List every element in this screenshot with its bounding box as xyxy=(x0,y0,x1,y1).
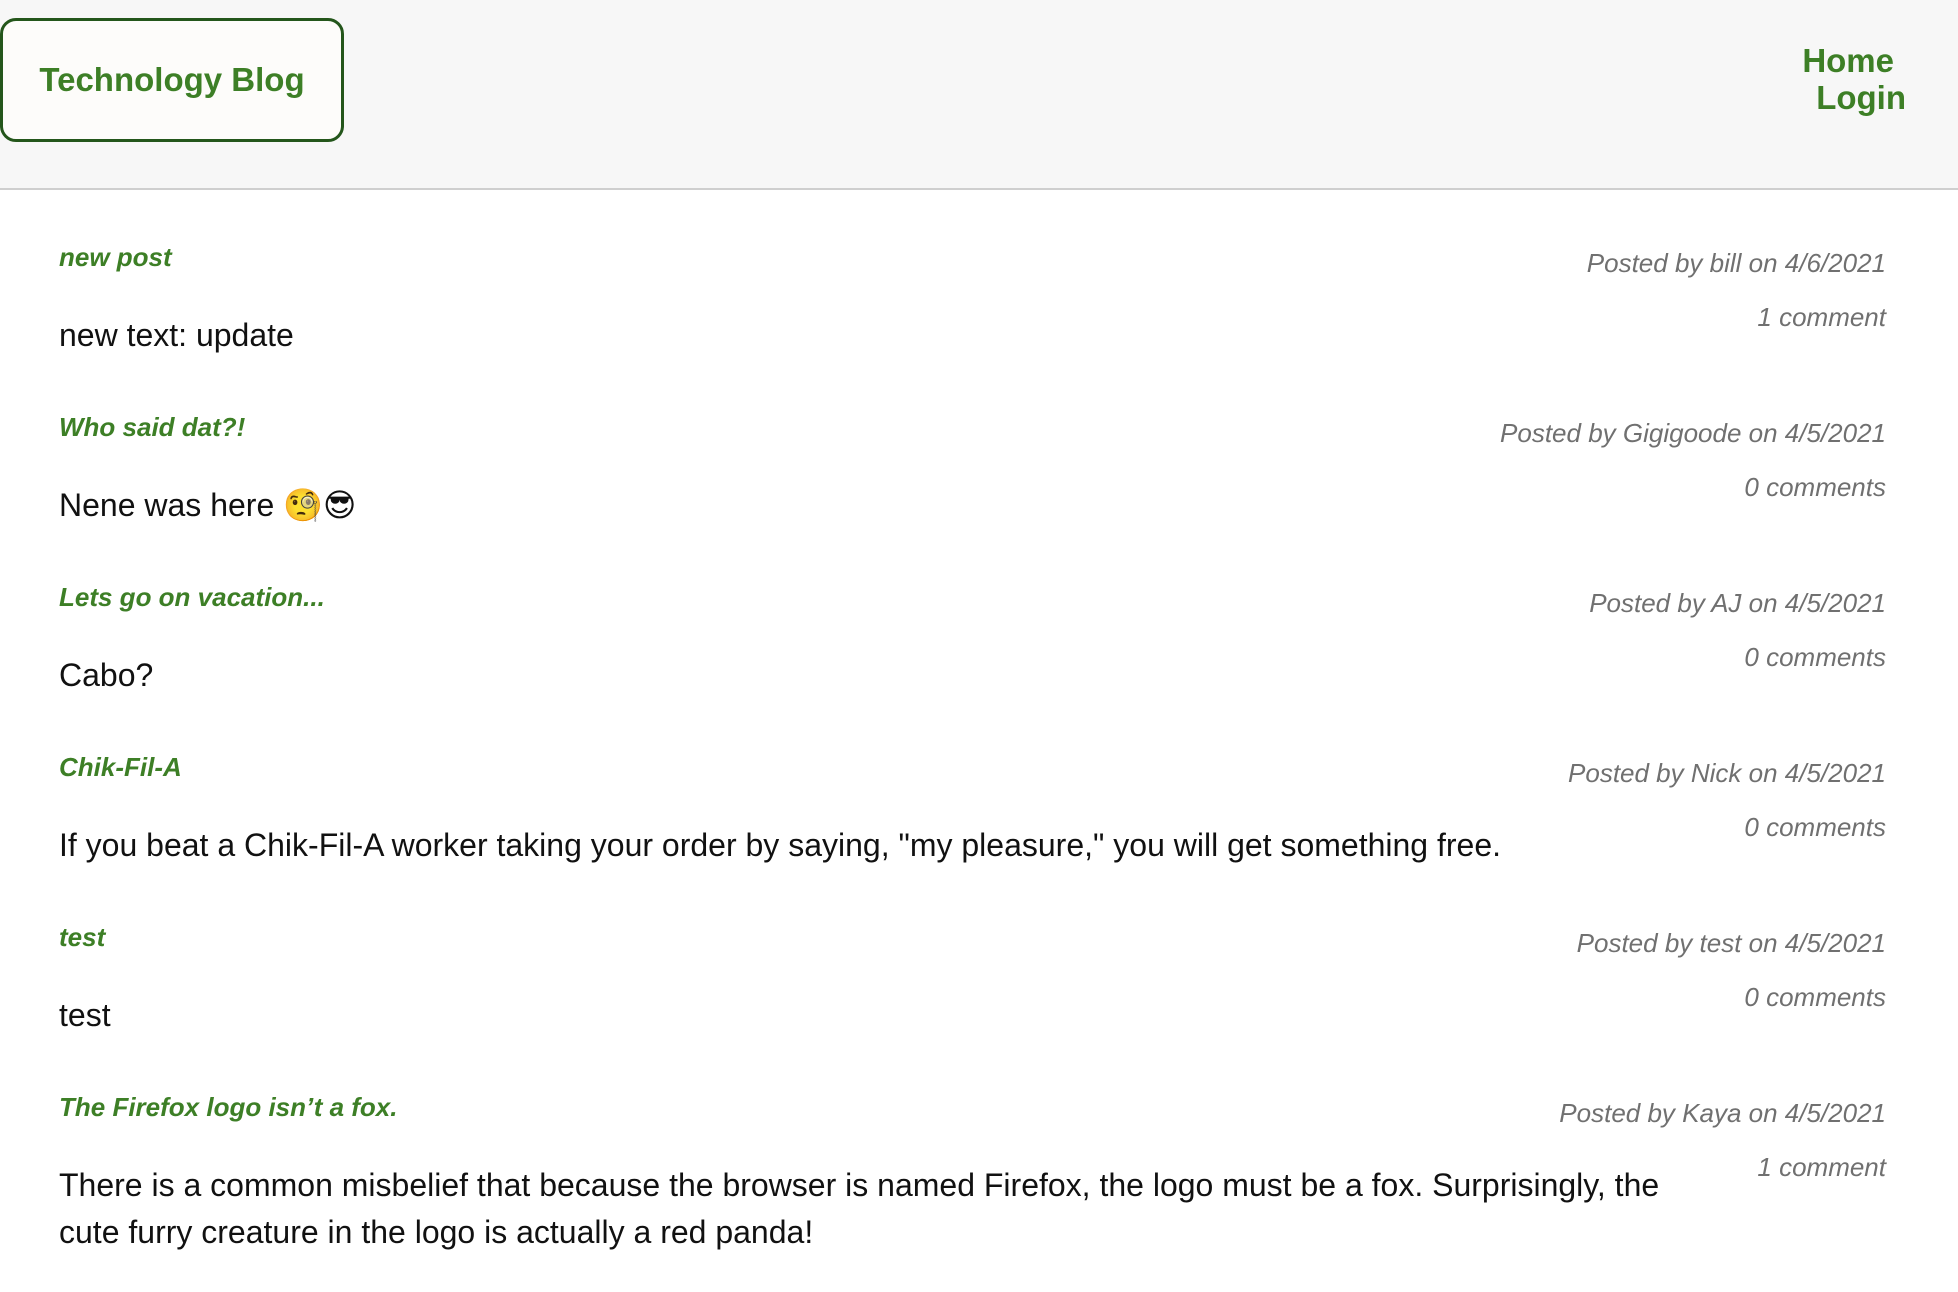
post-body: Nene was here 🧐😎 xyxy=(59,487,357,523)
post-list: new post Posted by bill on 4/6/2021 1 co… xyxy=(0,190,1958,1280)
post-author-date: Posted by test on 4/5/2021 xyxy=(1576,928,1886,958)
brand-link[interactable]: Technology Blog xyxy=(0,18,344,142)
post-title-link[interactable]: The Firefox logo isn’t a fox. xyxy=(59,1092,398,1123)
post-title-link[interactable]: new post xyxy=(59,242,172,273)
post-author-date: Posted by Kaya on 4/5/2021 xyxy=(1559,1098,1886,1128)
post-title-link[interactable]: Who said dat?! xyxy=(59,412,245,443)
site-header: Technology Blog Home Login xyxy=(0,0,1958,190)
post-author-date: Posted by bill on 4/6/2021 xyxy=(1586,248,1886,278)
post-body: test xyxy=(59,997,111,1033)
post-author-date: Posted by Gigigoode on 4/5/2021 xyxy=(1500,418,1886,448)
post-author-date: Posted by Nick on 4/5/2021 xyxy=(1568,758,1886,788)
post-title-link[interactable]: Chik-Fil-A xyxy=(59,752,182,783)
post-item: Lets go on vacation... Posted by AJ on 4… xyxy=(0,580,1958,750)
post-body: new text: update xyxy=(59,317,294,353)
post-item: Chik-Fil-A Posted by Nick on 4/5/2021 0 … xyxy=(0,750,1958,920)
post-title-link[interactable]: test xyxy=(59,922,105,953)
nav-home-link[interactable]: Home xyxy=(1802,42,1894,79)
post-title-link[interactable]: Lets go on vacation... xyxy=(59,582,325,613)
post-body: There is a common misbelief that because… xyxy=(59,1167,1660,1250)
post-body: Cabo? xyxy=(59,657,154,693)
post-item: Who said dat?! Posted by Gigigoode on 4/… xyxy=(0,410,1958,580)
post-item: test Posted by test on 4/5/2021 0 commen… xyxy=(0,920,1958,1090)
post-body: If you beat a Chik-Fil-A worker taking y… xyxy=(59,827,1502,863)
post-item: new post Posted by bill on 4/6/2021 1 co… xyxy=(0,240,1958,410)
post-item: The Firefox logo isn’t a fox. Posted by … xyxy=(0,1090,1958,1280)
nav-login-link[interactable]: Login xyxy=(1816,79,1906,116)
post-author-date: Posted by AJ on 4/5/2021 xyxy=(1589,588,1886,618)
main-nav: Home Login xyxy=(1802,42,1906,116)
